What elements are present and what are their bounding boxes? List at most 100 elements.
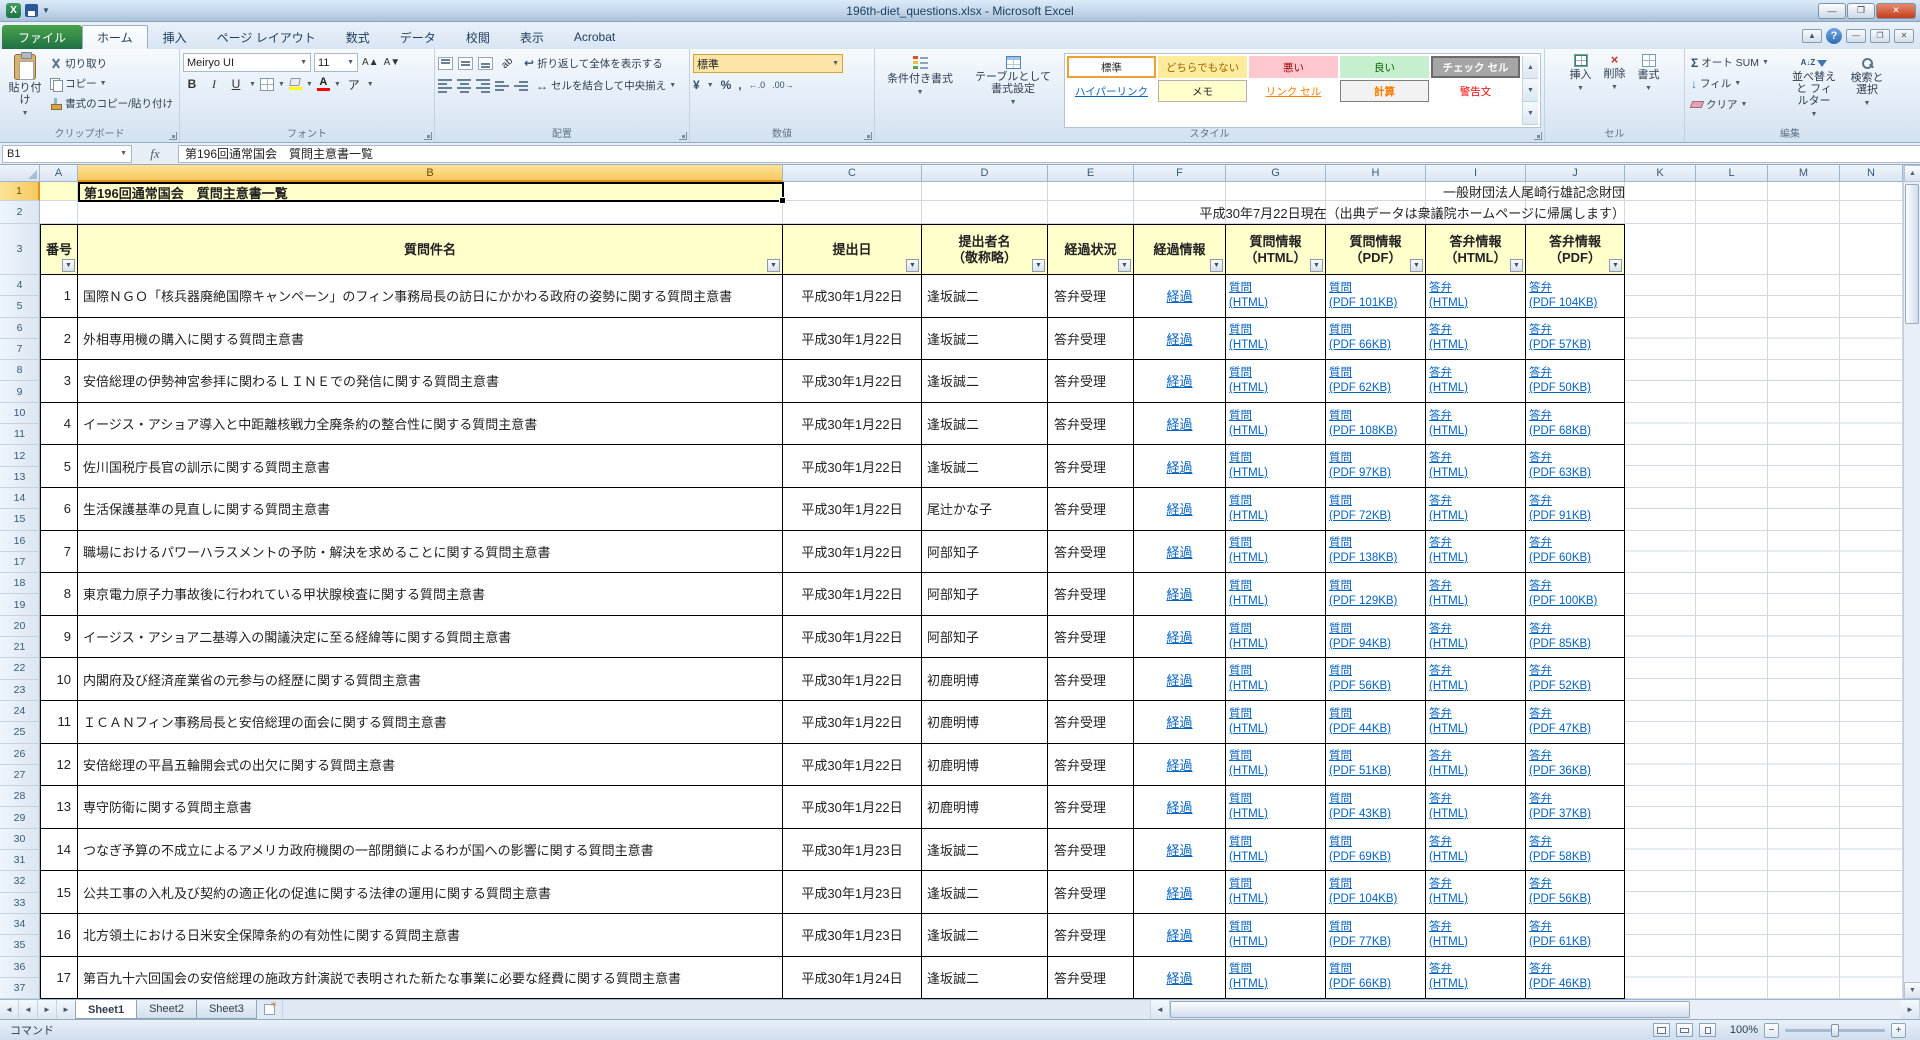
cell-submitter[interactable]: 逢坂誠二 xyxy=(922,914,1048,957)
cell-progress[interactable]: 経過 xyxy=(1134,871,1226,914)
empty-cell[interactable] xyxy=(1625,531,1696,574)
cell-number[interactable]: 5 xyxy=(40,445,78,488)
question-pdf-link[interactable]: (PDF 101KB) xyxy=(1329,296,1397,311)
styles-dialog-launcher-icon[interactable] xyxy=(1534,132,1542,140)
answer-pdf-link[interactable]: 答弁 xyxy=(1529,536,1552,551)
column-header-L[interactable]: L xyxy=(1696,165,1768,182)
filter-dropdown-icon[interactable]: ▼ xyxy=(1609,259,1622,272)
empty-cell[interactable] xyxy=(1768,701,1840,744)
answer-pdf-link[interactable]: 答弁 xyxy=(1529,366,1552,381)
cell-answer-pdf-link[interactable]: 答弁(PDF 37KB) xyxy=(1526,786,1625,829)
answer-html-link[interactable]: 答弁 xyxy=(1429,920,1452,935)
row-header-2[interactable]: 2 xyxy=(0,201,40,224)
empty-cell[interactable] xyxy=(1840,445,1903,488)
cell-answer-html-link[interactable]: 答弁(HTML) xyxy=(1426,914,1526,957)
empty-cell[interactable] xyxy=(1768,182,1840,201)
cell-answer-html-link[interactable]: 答弁(HTML) xyxy=(1426,403,1526,446)
row-header-17[interactable]: 17 xyxy=(0,552,40,573)
shrink-font-button[interactable]: A▼ xyxy=(383,53,402,71)
row-header-25[interactable]: 25 xyxy=(0,722,40,743)
hscroll-right-icon[interactable]: ► xyxy=(1901,1000,1920,1019)
column-header-N[interactable]: N xyxy=(1840,165,1903,182)
empty-cell[interactable] xyxy=(1768,445,1840,488)
answer-html-link[interactable]: 答弁 xyxy=(1429,409,1452,424)
ribbon-tab-数式[interactable]: 数式 xyxy=(331,25,385,49)
cell-answer-pdf-link[interactable]: 答弁(PDF 104KB) xyxy=(1526,275,1625,318)
answer-html-link[interactable]: (HTML) xyxy=(1429,466,1468,481)
cell-answer-html-link[interactable]: 答弁(HTML) xyxy=(1426,871,1526,914)
cell-question-html-link[interactable]: 質問(HTML) xyxy=(1226,318,1326,361)
row-header-15[interactable]: 15 xyxy=(0,509,40,530)
answer-pdf-link[interactable]: (PDF 58KB) xyxy=(1529,850,1591,865)
underline-button[interactable]: U xyxy=(227,75,245,93)
answer-pdf-link[interactable]: 答弁 xyxy=(1529,409,1552,424)
question-pdf-link[interactable]: (PDF 51KB) xyxy=(1329,764,1391,779)
answer-html-link[interactable]: (HTML) xyxy=(1429,637,1468,652)
empty-cell[interactable] xyxy=(1768,275,1840,318)
cell-submitter[interactable]: 阿部知子 xyxy=(922,531,1048,574)
cell-number[interactable]: 16 xyxy=(40,914,78,957)
empty-cell[interactable] xyxy=(1840,224,1903,275)
progress-link[interactable]: 経過 xyxy=(1166,371,1192,390)
row-header-18[interactable]: 18 xyxy=(0,573,40,594)
answer-pdf-link[interactable]: 答弁 xyxy=(1529,494,1552,509)
minimize-ribbon-icon[interactable]: ▲ xyxy=(1802,29,1822,43)
cell-answer-html-link[interactable]: 答弁(HTML) xyxy=(1426,957,1526,1000)
table-header-cell[interactable]: 提出者名（敬称略）▼ xyxy=(922,224,1048,275)
cell-title[interactable]: 専守防衛に関する質問主意書 xyxy=(78,786,783,829)
question-html-link[interactable]: (HTML) xyxy=(1229,722,1268,737)
cell-submitter[interactable]: 阿部知子 xyxy=(922,573,1048,616)
cell-status[interactable]: 答弁受理 xyxy=(1048,275,1134,318)
progress-link[interactable]: 経過 xyxy=(1166,925,1192,944)
fill-color-button[interactable] xyxy=(289,78,302,90)
cell-answer-pdf-link[interactable]: 答弁(PDF 91KB) xyxy=(1526,488,1625,531)
row-header-33[interactable]: 33 xyxy=(0,893,40,914)
cell-date[interactable]: 平成30年1月22日 xyxy=(783,658,922,701)
answer-html-link[interactable]: (HTML) xyxy=(1429,764,1468,779)
cell-answer-html-link[interactable]: 答弁(HTML) xyxy=(1426,829,1526,872)
row-header-22[interactable]: 22 xyxy=(0,658,40,679)
empty-cell[interactable] xyxy=(1768,957,1840,1000)
question-pdf-link[interactable]: 質問 xyxy=(1329,409,1352,424)
cell-progress[interactable]: 経過 xyxy=(1134,531,1226,574)
cell-progress[interactable]: 経過 xyxy=(1134,573,1226,616)
empty-cell[interactable] xyxy=(1696,445,1768,488)
cell-answer-html-link[interactable]: 答弁(HTML) xyxy=(1426,531,1526,574)
cell-question-html-link[interactable]: 質問(HTML) xyxy=(1226,445,1326,488)
empty-cell[interactable] xyxy=(1326,201,1426,224)
row-header-12[interactable]: 12 xyxy=(0,445,40,466)
cell-answer-pdf-link[interactable]: 答弁(PDF 50KB) xyxy=(1526,360,1625,403)
cell-question-html-link[interactable]: 質問(HTML) xyxy=(1226,275,1326,318)
align-bottom-icon[interactable] xyxy=(478,57,493,70)
page-break-view-button[interactable] xyxy=(1699,1023,1716,1037)
cell-status[interactable]: 答弁受理 xyxy=(1048,488,1134,531)
find-select-button[interactable]: 検索と 選択▼ xyxy=(1844,54,1890,128)
cell-number[interactable]: 3 xyxy=(40,360,78,403)
question-pdf-link[interactable]: 質問 xyxy=(1329,707,1352,722)
answer-pdf-link[interactable]: 答弁 xyxy=(1529,281,1552,296)
align-middle-icon[interactable] xyxy=(458,57,473,70)
formula-input[interactable]: 第196回通常国会 質問主意書一覧 xyxy=(178,145,1920,163)
filter-dropdown-icon[interactable]: ▼ xyxy=(906,259,919,272)
empty-cell[interactable] xyxy=(1696,531,1768,574)
cell-date[interactable]: 平成30年1月22日 xyxy=(783,786,922,829)
phonetic-guide-button[interactable]: ア xyxy=(345,75,363,93)
cell-title[interactable]: 第百九十六回国会の安倍総理の施政方針演説で表明された新たな事業に必要な経費に関す… xyxy=(78,957,783,1000)
row-header-8[interactable]: 8 xyxy=(0,360,40,381)
sheet-tab-Sheet3[interactable]: Sheet3 xyxy=(196,1000,257,1019)
format-cells-button[interactable]: 書式▼ xyxy=(1634,51,1664,128)
cell-number[interactable]: 10 xyxy=(40,658,78,701)
answer-pdf-link[interactable]: 答弁 xyxy=(1529,707,1552,722)
empty-cell[interactable] xyxy=(1048,182,1134,201)
decrease-decimal-icon[interactable]: .00→ xyxy=(772,80,794,90)
cell-answer-html-link[interactable]: 答弁(HTML) xyxy=(1426,445,1526,488)
cell-answer-pdf-link[interactable]: 答弁(PDF 63KB) xyxy=(1526,445,1625,488)
cell-date[interactable]: 平成30年1月22日 xyxy=(783,531,922,574)
answer-pdf-link[interactable]: (PDF 47KB) xyxy=(1529,722,1591,737)
empty-cell[interactable] xyxy=(1696,224,1768,275)
question-pdf-link[interactable]: 質問 xyxy=(1329,281,1352,296)
hscroll-left-icon[interactable]: ◄ xyxy=(1151,1000,1170,1019)
cell-submitter[interactable]: 初鹿明博 xyxy=(922,658,1048,701)
empty-cell[interactable] xyxy=(1625,201,1696,224)
align-center-icon[interactable] xyxy=(457,79,471,93)
